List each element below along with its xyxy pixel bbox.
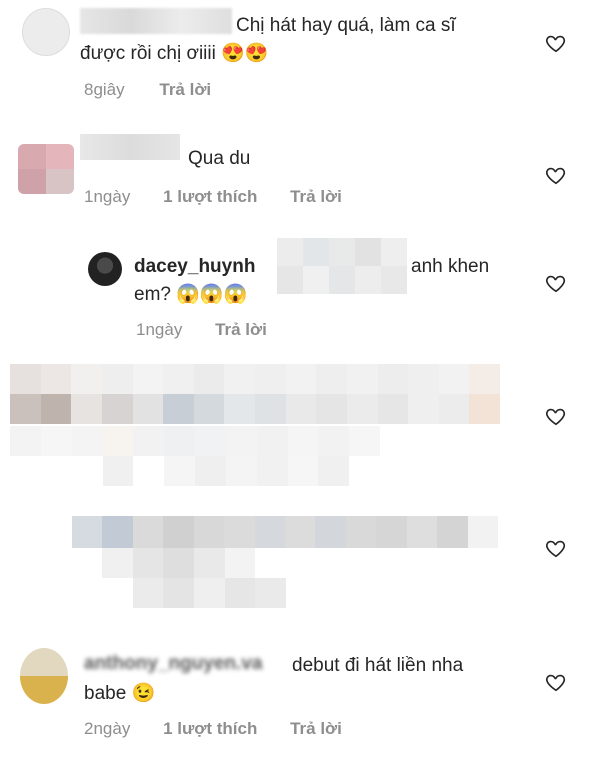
reply-button[interactable]: Trả lời [290,187,342,206]
heart-outline-icon[interactable] [545,671,567,693]
wink-emoji: 😉 [131,683,156,704]
reply-button[interactable]: Trả lời [215,320,267,339]
avatar[interactable] [88,252,122,286]
blurred-comment [10,426,380,486]
comment-meta: 1ngày Trả lời [136,320,267,340]
timestamp: 8giây [84,80,125,99]
comment-meta: 2ngày 1 lượt thích Trả lời [84,719,342,739]
comment-text: dacey_huynh [134,253,255,281]
comment-meta: 1ngày 1 lượt thích Trả lời [84,187,342,207]
comment-text: Qua du [188,148,251,169]
blurred-comment [10,364,500,424]
blurred-comment [102,548,286,608]
avatar[interactable] [20,648,68,704]
blurred-comment [72,516,498,548]
blurred-username [80,8,232,34]
avatar[interactable] [18,144,74,194]
comment-text-line2: em? 😱😱😱 [134,284,248,305]
username[interactable]: anthony_nguyen.va [84,650,262,678]
heart-outline-icon[interactable] [545,405,567,427]
timestamp: 1ngày [136,320,183,339]
scream-emoji: 😱 [223,284,248,305]
avatar[interactable] [22,8,70,56]
likes-count[interactable]: 1 lượt thích [163,187,257,206]
timestamp: 2ngày [84,719,131,738]
comment-text: Chị hát hay quá, làm ca sĩ [236,15,456,36]
heart-eyes-emoji: 😍 [221,43,245,64]
heart-outline-icon[interactable] [545,164,567,186]
username[interactable]: dacey_huynh [134,256,255,277]
heart-outline-icon[interactable] [545,272,567,294]
blurred-text [277,238,407,294]
comment-text: debut đi hát liền nha [292,655,464,676]
heart-outline-icon[interactable] [545,32,567,54]
heart-outline-icon[interactable] [545,537,567,559]
comment-text: anh khen [411,256,490,277]
comment-text-line2: được rồi chị ơiiii 😍😍 [80,43,269,64]
reply-button[interactable]: Trả lời [290,719,342,738]
scream-emoji: 😱 [199,284,224,305]
comment-text-line2: babe 😉 [84,683,156,704]
reply-button[interactable]: Trả lời [159,80,211,99]
comment-meta: 8giây Trả lời [84,80,211,100]
heart-eyes-emoji: 😍 [244,43,269,64]
blurred-username [80,134,180,160]
likes-count[interactable]: 1 lượt thích [163,719,257,738]
scream-emoji: 😱 [176,284,200,305]
timestamp: 1ngày [84,187,131,206]
